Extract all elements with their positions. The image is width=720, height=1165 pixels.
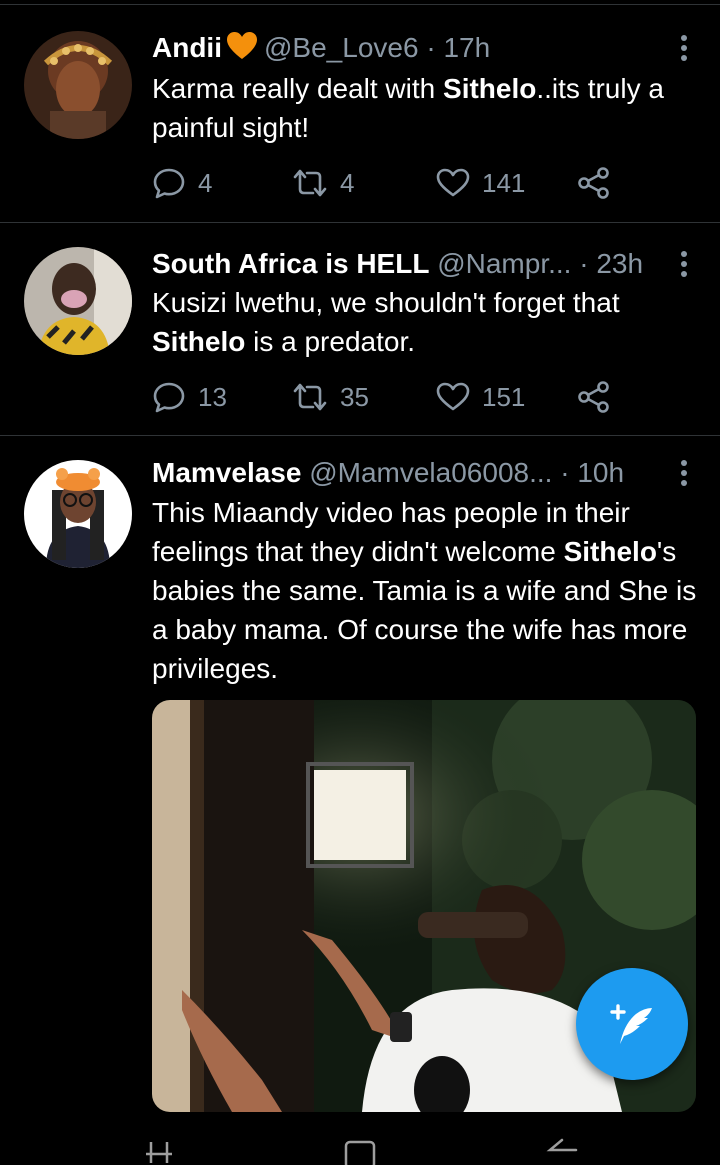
more-vertical-icon[interactable] [672,247,696,281]
tweet-actions: 13 35 151 [152,377,610,417]
timestamp[interactable]: 10h [577,457,624,488]
share-icon [578,381,609,413]
retweet-icon [293,169,327,197]
display-name[interactable]: Mamvelase [152,457,301,488]
like-button[interactable]: 141 [436,168,578,199]
handle[interactable]: @Mamvela06008... [309,457,552,488]
reply-button[interactable]: 13 [152,381,292,413]
like-count: 141 [482,167,526,198]
tweet-text-segment: Karma really dealt with [152,73,444,104]
tweet-header: South Africa is HELL @Nampr... · 23h [152,247,676,281]
tweet-text: Kusizi lwethu, we shouldn't forget that … [152,283,696,361]
retweet-count: 4 [340,167,355,198]
tweet-2[interactable]: South Africa is HELL @Nampr... · 23h Kus… [0,223,720,436]
separator: · [560,457,570,488]
handle[interactable]: @Nampr... [437,248,571,279]
tweet-text: This Miaandy video has people in their f… [152,493,700,688]
heart-icon [436,168,470,197]
tweet-text-bold: Sithelo [443,73,537,104]
more-vertical-icon[interactable] [672,456,696,490]
like-button[interactable]: 151 [436,382,578,413]
heart-icon [436,382,470,411]
tweet-text-bold: Sithelo [563,536,657,567]
reply-icon [153,168,185,199]
separator: · [426,32,436,63]
orange-heart-emoji-icon [226,31,258,69]
tweet-text-segment: Kusizi lwethu, we shouldn't forget that [152,287,620,318]
separator: · [579,248,589,279]
tweet-text: Karma really dealt with Sithelo..its tru… [152,69,696,147]
display-name[interactable]: Andii [152,32,222,63]
tweet-1[interactable]: Andii @Be_Love6 · 17h Karma really dealt … [0,5,720,223]
avatar[interactable] [24,460,132,568]
reply-icon [153,382,185,413]
avatar[interactable] [24,31,132,139]
more-vertical-icon[interactable] [672,31,696,65]
reply-count: 13 [198,381,227,412]
share-icon [578,167,609,199]
back-icon[interactable] [546,1136,580,1165]
retweet-count: 35 [340,381,369,412]
reply-button[interactable]: 4 [152,167,292,199]
retweet-button[interactable]: 35 [292,382,436,413]
avatar[interactable] [24,247,132,355]
share-button[interactable] [578,381,610,413]
compose-tweet-button[interactable] [576,968,688,1080]
retweet-icon [293,383,327,411]
recent-apps-icon[interactable] [144,1136,174,1165]
share-button[interactable] [578,167,610,199]
home-icon[interactable] [343,1136,377,1165]
tweet-header: Andii @Be_Love6 · 17h [152,31,676,69]
compose-tweet-icon [610,1004,652,1044]
like-count: 151 [482,381,526,412]
display-name[interactable]: South Africa is HELL [152,248,429,279]
system-navigation-bar [0,1112,720,1165]
tweet-text-segment: This Miaandy video has people in their f… [152,497,630,567]
tweet-text-bold: Sithelo [152,326,246,357]
timestamp[interactable]: 17h [443,32,490,63]
timestamp[interactable]: 23h [596,248,643,279]
tweet-actions: 4 4 141 [152,163,610,203]
reply-count: 4 [198,167,213,198]
tweet-text-segment: is a predator. [245,326,415,357]
retweet-button[interactable]: 4 [292,168,436,199]
tweet-header: Mamvelase @Mamvela06008... · 10h [152,456,676,490]
handle[interactable]: @Be_Love6 [264,32,419,63]
